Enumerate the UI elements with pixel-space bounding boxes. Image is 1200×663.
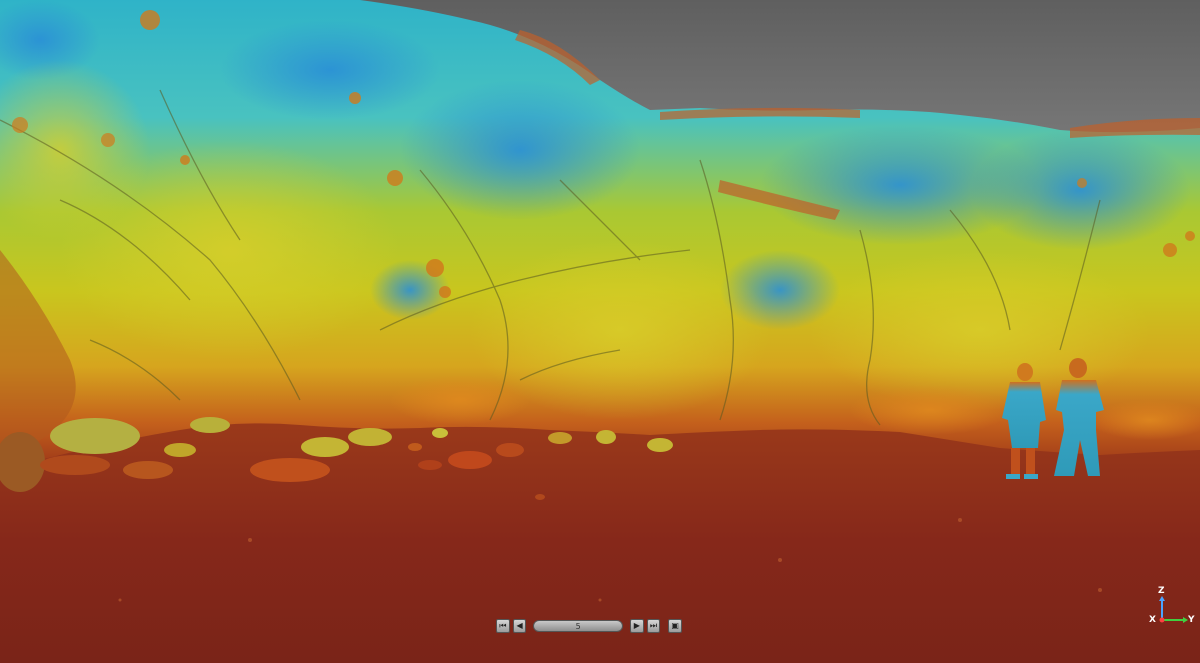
skip-to-end-icon: ⏭: [649, 621, 658, 630]
skip-to-start-button[interactable]: ⏮: [496, 619, 510, 633]
y-axis-label: Y: [1188, 615, 1195, 625]
elevation-high-zone: [400, 80, 640, 220]
z-axis-label: Z: [1158, 586, 1165, 596]
z-axis-arrow: [1159, 596, 1165, 601]
frame-value: 5: [575, 621, 581, 631]
step-forward-button[interactable]: ▶: [630, 619, 644, 633]
x-axis-label: X: [1149, 615, 1156, 625]
fullscreen-icon: ▣: [671, 621, 679, 630]
elevation-low-zone: [390, 375, 530, 425]
step-forward-icon: ▶: [633, 621, 640, 630]
elevation-high-zone: [220, 20, 440, 120]
frame-slider[interactable]: 5: [533, 620, 623, 632]
step-back-button[interactable]: ◀: [512, 619, 527, 633]
point-cloud-viewport[interactable]: [0, 0, 1200, 663]
elevation-mid-zone: [810, 250, 1150, 410]
axis-triad-graphic: [1159, 596, 1188, 623]
x-axis-dot: [1159, 617, 1165, 623]
skip-to-start-icon: ⏮: [499, 621, 507, 630]
elevation-low-zone: [850, 385, 1010, 435]
skip-to-end-button[interactable]: ⏭: [646, 619, 661, 633]
elevation-high-zone: [970, 130, 1190, 250]
point-cloud-scene: [0, 0, 1200, 663]
fullscreen-button[interactable]: ▣: [668, 619, 683, 633]
playback-controls: ⏮ ◀ 5 ▶ ⏭ ▣: [496, 618, 683, 634]
axis-triad: Z X Y: [1146, 586, 1198, 632]
step-back-icon: ◀: [516, 621, 523, 630]
